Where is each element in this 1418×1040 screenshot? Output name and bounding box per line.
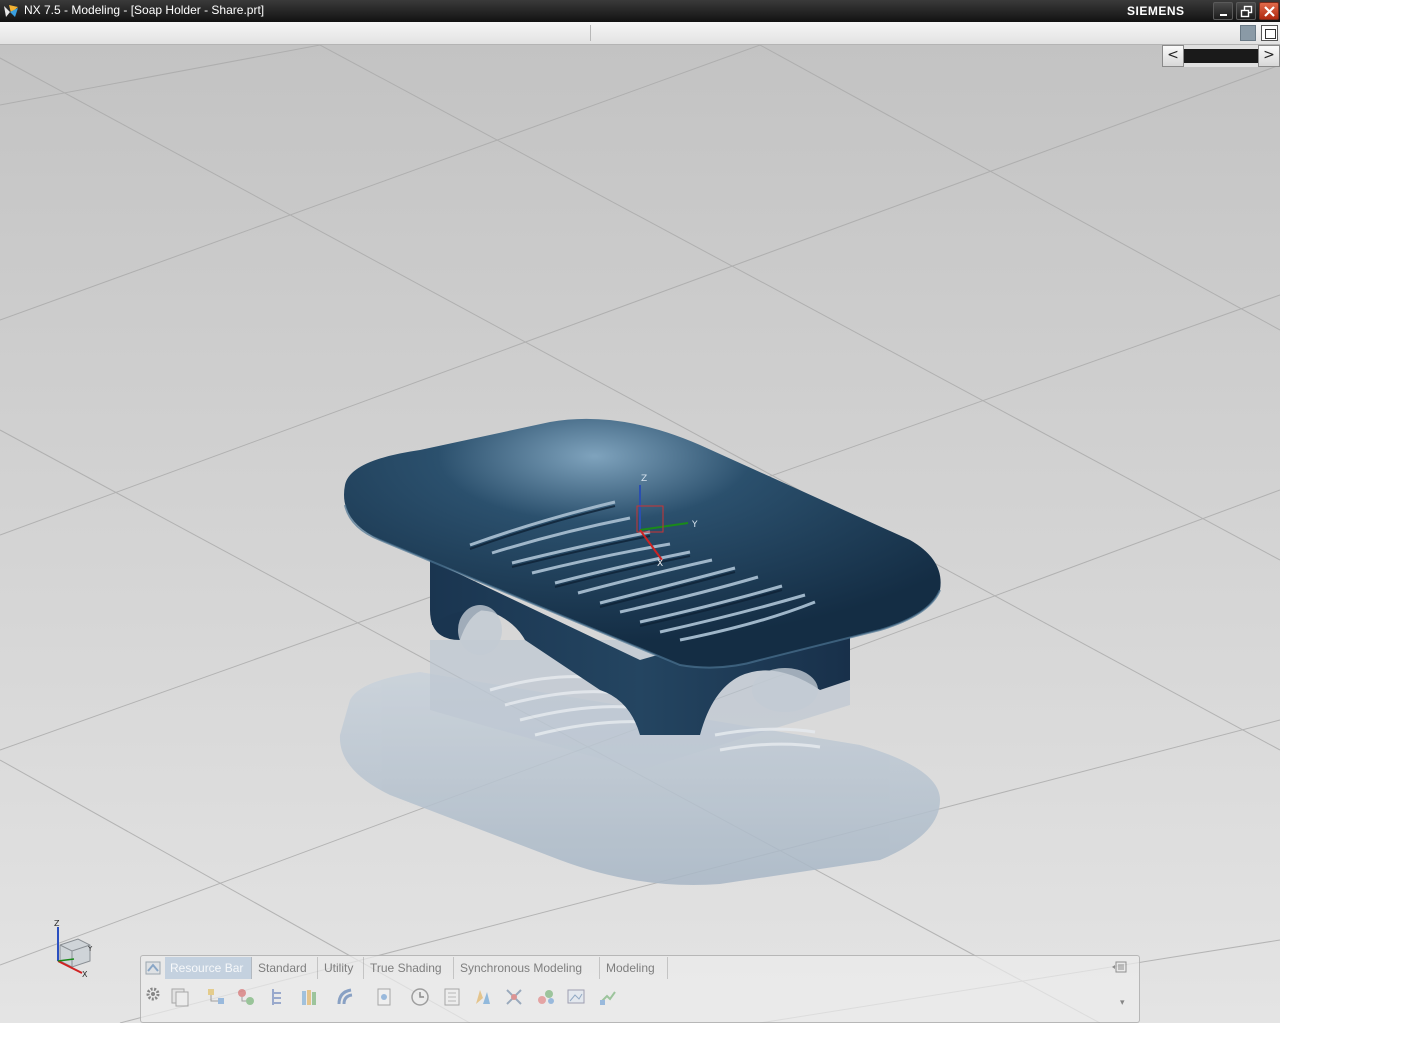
toolbar-expand-icon[interactable]: ▾ — [1120, 998, 1125, 1008]
assembly-navigator-icon[interactable] — [205, 986, 227, 1008]
reuse-library-icon[interactable] — [299, 986, 321, 1008]
close-icon — [1264, 6, 1275, 17]
csys-x-label: X — [657, 559, 663, 569]
resource-bar: Resource Bar Standard Utility True Shadi… — [140, 955, 1140, 1023]
toolbar-tab-strip: Resource Bar Standard Utility True Shadi… — [141, 956, 1139, 980]
scroll-track[interactable] — [1184, 49, 1258, 63]
part-navigator-icon[interactable] — [267, 986, 289, 1008]
menu-bar — [0, 22, 1280, 45]
nx-window: NX 7.5 - Modeling - [Soap Holder - Share… — [0, 0, 1280, 1023]
system-materials-icon[interactable] — [503, 986, 525, 1008]
grid-icon[interactable] — [1240, 25, 1256, 41]
web-browser-icon[interactable] — [335, 986, 357, 1008]
tab-utility[interactable]: Utility — [319, 957, 364, 979]
toolbar-options-icon[interactable] — [1111, 960, 1127, 974]
chevron-right-icon[interactable]: > — [1258, 45, 1280, 67]
toolbar-icon-row: ▾ — [141, 980, 1139, 1020]
title-bar: NX 7.5 - Modeling - [Soap Holder - Share… — [0, 0, 1280, 22]
csys-z-label: Z — [641, 474, 647, 484]
process-studio-icon[interactable] — [535, 986, 557, 1008]
copy-icon[interactable] — [169, 986, 191, 1008]
close-button[interactable] — [1259, 2, 1279, 20]
template-icon[interactable] — [597, 986, 619, 1008]
tab-scroller: < > — [1162, 45, 1280, 67]
document-icon[interactable] — [373, 986, 395, 1008]
minimize-button[interactable] — [1213, 2, 1233, 20]
brand-logo: SIEMENS — [1127, 4, 1185, 18]
minimize-icon — [1220, 14, 1227, 16]
palette-icon[interactable] — [441, 986, 463, 1008]
csys-y-label: Y — [691, 520, 698, 530]
visualization-icon[interactable] — [565, 986, 587, 1008]
window-title: NX 7.5 - Modeling - [Soap Holder - Share… — [24, 3, 265, 17]
menu-separator — [590, 25, 591, 41]
wcs-triad-icon: Z X Y — [54, 919, 93, 979]
history-icon[interactable] — [409, 986, 431, 1008]
restore-icon — [1240, 5, 1253, 18]
triad-y-label: Y — [87, 945, 93, 953]
tab-true-shading[interactable]: True Shading — [365, 957, 454, 979]
role-icon[interactable] — [471, 986, 493, 1008]
nx-logo-icon[interactable] — [3, 3, 19, 19]
graphics-viewport[interactable]: Z Y X — [0, 45, 1280, 1023]
triad-x-label: X — [82, 970, 88, 979]
resource-bar-icon[interactable] — [144, 959, 162, 977]
tab-resource-bar[interactable]: Resource Bar — [165, 957, 252, 979]
restore-button[interactable] — [1236, 2, 1256, 20]
tab-standard[interactable]: Standard — [253, 957, 318, 979]
gear-icon[interactable] — [145, 986, 161, 1002]
triad-z-label: Z — [54, 919, 60, 928]
fit-view-icon[interactable] — [1261, 25, 1278, 41]
tab-synchronous-modeling[interactable]: Synchronous Modeling — [455, 957, 600, 979]
tab-modeling[interactable]: Modeling — [601, 957, 668, 979]
chevron-left-icon[interactable]: < — [1162, 45, 1184, 67]
constraint-navigator-icon[interactable] — [235, 986, 257, 1008]
